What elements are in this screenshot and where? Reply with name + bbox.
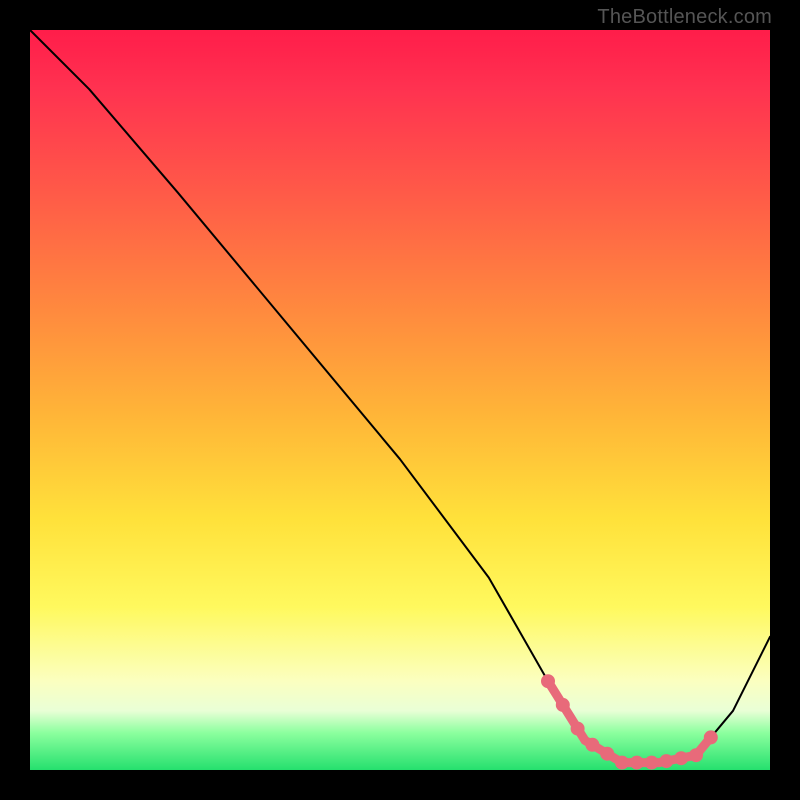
highlight-dot	[645, 756, 658, 769]
highlight-dot	[571, 722, 584, 735]
watermark-text: TheBottleneck.com	[597, 6, 772, 29]
highlight-dot	[601, 747, 614, 760]
highlight-dot	[616, 756, 629, 769]
highlight-dot	[586, 738, 599, 751]
highlight-dot	[556, 698, 569, 711]
highlight-dots	[542, 675, 718, 769]
highlight-dot	[690, 749, 703, 762]
curve-line	[30, 30, 770, 763]
curve-svg	[30, 30, 770, 770]
highlight-dot	[542, 675, 555, 688]
chart-frame: TheBottleneck.com	[0, 0, 800, 800]
highlight-dot	[660, 755, 673, 768]
highlight-dot	[675, 752, 688, 765]
highlight-dot	[630, 756, 643, 769]
plot-area	[30, 30, 770, 770]
highlight-dot	[704, 731, 717, 744]
highlight-segment	[548, 681, 711, 762]
